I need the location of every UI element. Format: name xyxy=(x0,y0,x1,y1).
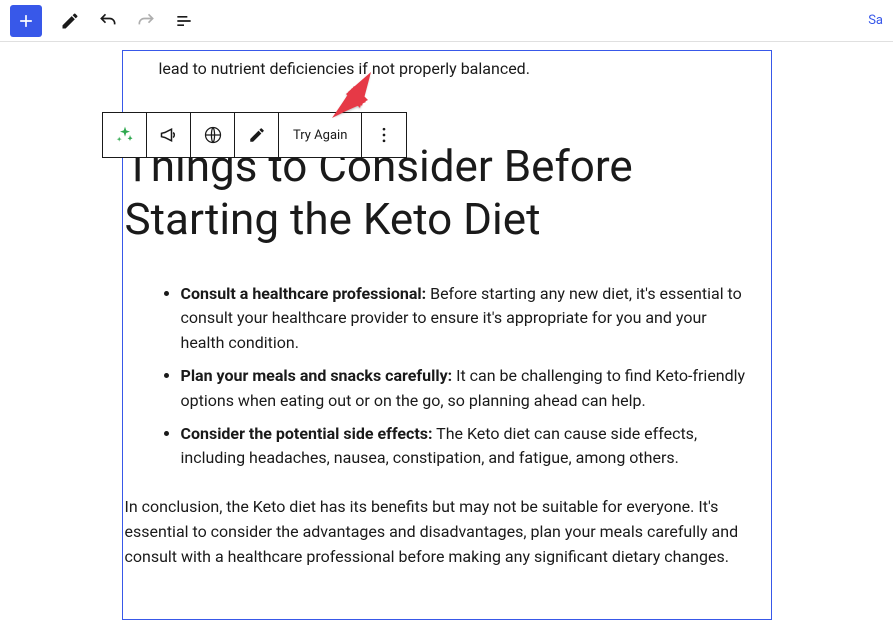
list-item-bold: Plan your meals and snacks carefully: xyxy=(181,366,453,385)
text-fragment: properly balanced. xyxy=(399,59,530,78)
more-vertical-icon xyxy=(374,125,394,145)
save-draft-link[interactable]: Sa xyxy=(868,13,883,28)
heading[interactable]: Things to Consider Before Starting the K… xyxy=(123,78,771,258)
list-item[interactable]: Consult a healthcare professional: Befor… xyxy=(181,282,753,356)
outline-icon xyxy=(174,11,194,31)
redo-button xyxy=(130,5,162,37)
editor-canvas: Try Again lead to nutrient deficiencies … xyxy=(0,42,893,620)
try-again-button[interactable]: Try Again xyxy=(279,113,362,157)
list-item[interactable]: Consider the potential side effects: The… xyxy=(181,422,753,472)
block-toolbar: Try Again xyxy=(102,112,407,158)
document-overview-button[interactable] xyxy=(168,5,200,37)
pencil-icon xyxy=(248,126,266,144)
list-item-bold: Consider the potential side effects: xyxy=(181,424,433,443)
more-options-button[interactable] xyxy=(362,113,406,157)
announce-button[interactable] xyxy=(147,113,191,157)
sparkle-icon xyxy=(115,125,135,145)
edit-button[interactable] xyxy=(235,113,279,157)
edit-mode-button[interactable] xyxy=(54,5,86,37)
undo-icon xyxy=(98,11,118,31)
globe-icon xyxy=(203,125,223,145)
list-item[interactable]: Plan your meals and snacks carefully: It… xyxy=(181,364,753,414)
list-item-bold: Consult a healthcare professional: xyxy=(181,284,427,303)
undo-button[interactable] xyxy=(92,5,124,37)
redo-icon xyxy=(136,11,156,31)
ai-sparkle-button[interactable] xyxy=(103,113,147,157)
plus-icon xyxy=(16,11,36,31)
bullet-list[interactable]: Consult a healthcare professional: Befor… xyxy=(123,258,771,472)
conclusion-paragraph[interactable]: In conclusion, the Keto diet has its ben… xyxy=(123,479,771,569)
add-block-button[interactable] xyxy=(10,5,42,37)
top-toolbar: Sa xyxy=(0,0,893,42)
pencil-icon xyxy=(60,11,80,31)
previous-paragraph-fragment: lead to nutrient deficiencies if not pro… xyxy=(123,51,771,78)
megaphone-icon xyxy=(159,125,179,145)
text-fragment: lead to nutrient deficiencies if not xyxy=(159,59,400,78)
language-button[interactable] xyxy=(191,113,235,157)
